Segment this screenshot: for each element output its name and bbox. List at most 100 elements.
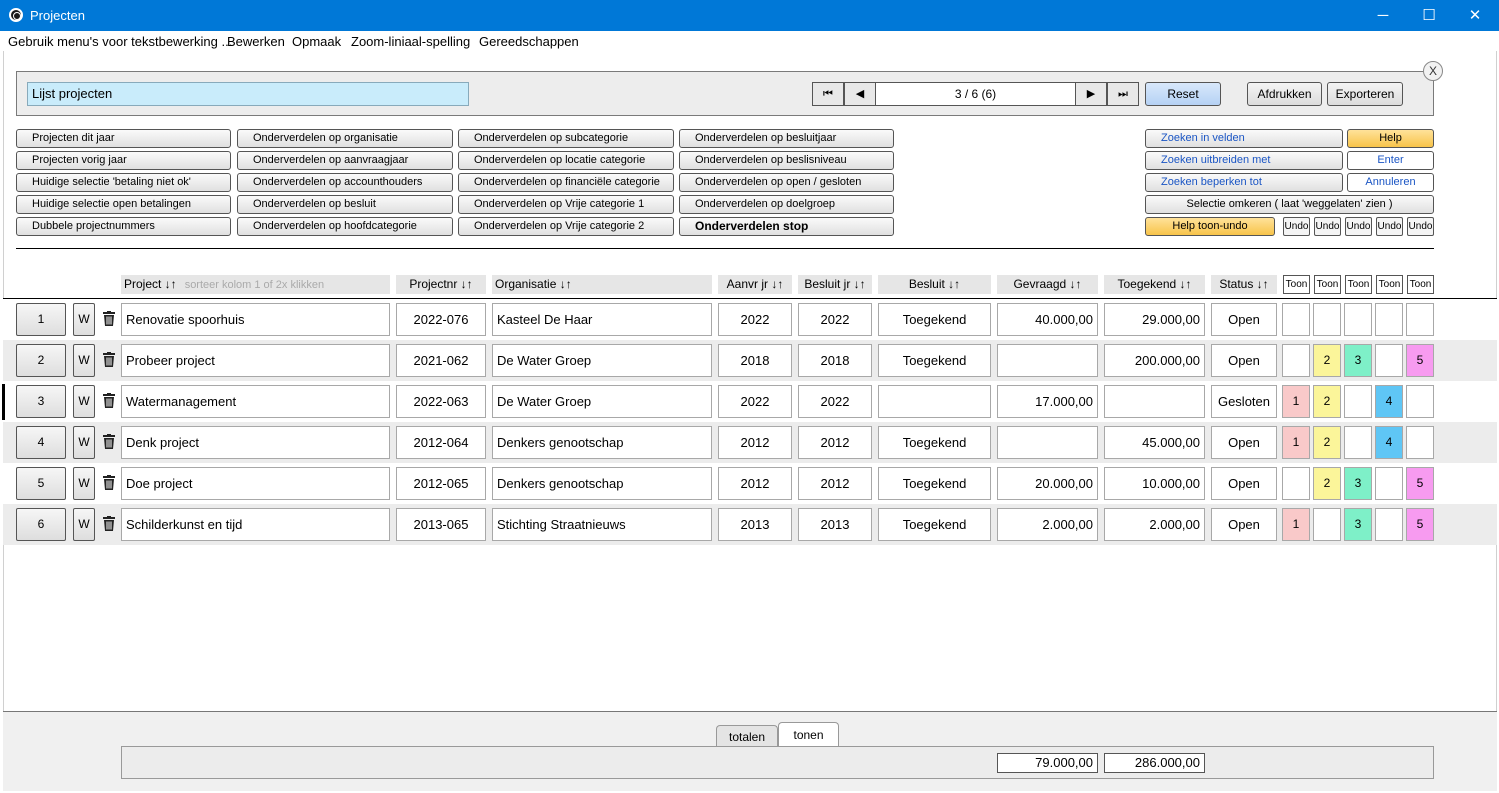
invert-selection-button[interactable]: Selectie omkeren ( laat 'weggelaten' zie…	[1145, 195, 1434, 214]
tag-cell-2[interactable]: 2	[1313, 426, 1341, 459]
decision-cell[interactable]: Toegekend	[878, 467, 991, 500]
tag-cell-2[interactable]: 2	[1313, 467, 1341, 500]
decision-cell[interactable]: Toegekend	[878, 508, 991, 541]
tag-cell-3[interactable]: 3	[1344, 344, 1372, 377]
toon-button-2[interactable]: Toon	[1314, 275, 1341, 294]
record-number-button[interactable]: 6	[16, 508, 66, 541]
requested-amount-cell[interactable]: 17.000,00	[997, 385, 1098, 418]
decision-cell[interactable]: Toegekend	[878, 426, 991, 459]
tag-cell-2[interactable]	[1313, 508, 1341, 541]
col-header-besluit[interactable]: Besluit ↓↑	[878, 275, 991, 294]
split-by-location-category-button[interactable]: Onderverdelen op locatie categorie	[458, 151, 674, 170]
record-number-button[interactable]: 2	[16, 344, 66, 377]
minimize-button[interactable]: ─	[1360, 0, 1406, 31]
granted-amount-cell[interactable]: 29.000,00	[1104, 303, 1205, 336]
first-record-button[interactable]: ⏮	[812, 82, 844, 106]
tag-cell-1[interactable]: 1	[1282, 426, 1310, 459]
tag-cell-4[interactable]	[1375, 508, 1403, 541]
tag-cell-3[interactable]	[1344, 303, 1372, 336]
next-record-button[interactable]: ▶	[1075, 82, 1107, 106]
col-header-projectnr[interactable]: Projectnr ↓↑	[396, 275, 486, 294]
tag-cell-4[interactable]	[1375, 467, 1403, 500]
undo-button-2[interactable]: Undo	[1314, 217, 1341, 236]
status-cell[interactable]: Open	[1211, 508, 1277, 541]
search-in-fields-button[interactable]: Zoeken in velden	[1145, 129, 1343, 148]
col-header-status[interactable]: Status ↓↑	[1211, 275, 1277, 294]
projectnr-cell[interactable]: 2013-065	[396, 508, 486, 541]
menu-bewerken[interactable]: Bewerken	[227, 34, 285, 49]
undo-button-5[interactable]: Undo	[1407, 217, 1434, 236]
undo-button-4[interactable]: Undo	[1376, 217, 1403, 236]
tag-cell-3[interactable]	[1344, 426, 1372, 459]
tag-cell-5[interactable]	[1406, 426, 1434, 459]
edit-w-button[interactable]: W	[73, 385, 95, 418]
close-list-button[interactable]: X	[1423, 61, 1443, 81]
col-header-aanvraagjaar[interactable]: Aanvr jr ↓↑	[718, 275, 792, 294]
split-by-main-category-button[interactable]: Onderverdelen op hoofdcategorie	[237, 217, 453, 236]
toon-button-4[interactable]: Toon	[1376, 275, 1403, 294]
split-by-decision-button[interactable]: Onderverdelen op besluit	[237, 195, 453, 214]
tag-cell-3[interactable]: 3	[1344, 508, 1372, 541]
edit-w-button[interactable]: W	[73, 467, 95, 500]
split-by-decision-year-button[interactable]: Onderverdelen op besluitjaar	[679, 129, 894, 148]
tag-cell-5[interactable]: 5	[1406, 467, 1434, 500]
organisation-cell[interactable]: Denkers genootschap	[492, 426, 712, 459]
requested-amount-cell[interactable]	[997, 426, 1098, 459]
project-name-cell[interactable]: Renovatie spoorhuis	[121, 303, 390, 336]
request-year-cell[interactable]: 2012	[718, 426, 792, 459]
granted-amount-cell[interactable]: 200.000,00	[1104, 344, 1205, 377]
split-by-free-category-1-button[interactable]: Onderverdelen op Vrije categorie 1	[458, 195, 674, 214]
trash-icon[interactable]	[103, 393, 115, 408]
record-number-button[interactable]: 3	[16, 385, 66, 418]
tag-cell-4[interactable]: 4	[1375, 426, 1403, 459]
col-header-toegekend[interactable]: Toegekend ↓↑	[1104, 275, 1205, 294]
split-by-request-year-button[interactable]: Onderverdelen op aanvraagjaar	[237, 151, 453, 170]
record-number-button[interactable]: 4	[16, 426, 66, 459]
enter-button[interactable]: Enter	[1347, 151, 1434, 170]
export-button[interactable]: Exporteren	[1327, 82, 1403, 106]
tag-cell-1[interactable]	[1282, 467, 1310, 500]
selection-payment-not-ok-button[interactable]: Huidige selectie 'betaling niet ok'	[16, 173, 231, 192]
organisation-cell[interactable]: De Water Groep	[492, 344, 712, 377]
tag-cell-2[interactable]	[1313, 303, 1341, 336]
projects-last-year-button[interactable]: Projecten vorig jaar	[16, 151, 231, 170]
split-by-subcategory-button[interactable]: Onderverdelen op subcategorie	[458, 129, 674, 148]
cancel-button[interactable]: Annuleren	[1347, 173, 1434, 192]
granted-amount-cell[interactable]: 45.000,00	[1104, 426, 1205, 459]
menu-gereedschappen[interactable]: Gereedschappen	[479, 34, 579, 49]
decision-year-cell[interactable]: 2018	[798, 344, 872, 377]
maximize-button[interactable]: ☐	[1406, 0, 1452, 31]
tag-cell-3[interactable]: 3	[1344, 467, 1372, 500]
split-by-financial-category-button[interactable]: Onderverdelen op financiële categorie	[458, 173, 674, 192]
granted-amount-cell[interactable]: 10.000,00	[1104, 467, 1205, 500]
decision-year-cell[interactable]: 2013	[798, 508, 872, 541]
search-extend-button[interactable]: Zoeken uitbreiden met	[1145, 151, 1343, 170]
decision-cell[interactable]: Toegekend	[878, 303, 991, 336]
requested-amount-cell[interactable]: 40.000,00	[997, 303, 1098, 336]
status-cell[interactable]: Open	[1211, 303, 1277, 336]
duplicate-projectnumbers-button[interactable]: Dubbele projectnummers	[16, 217, 231, 236]
request-year-cell[interactable]: 2018	[718, 344, 792, 377]
requested-amount-cell[interactable]: 2.000,00	[997, 508, 1098, 541]
record-number-button[interactable]: 1	[16, 303, 66, 336]
requested-amount-cell[interactable]	[997, 344, 1098, 377]
undo-button-1[interactable]: Undo	[1283, 217, 1310, 236]
print-button[interactable]: Afdrukken	[1247, 82, 1322, 106]
tab-totalen[interactable]: totalen	[716, 725, 778, 747]
trash-icon[interactable]	[103, 516, 115, 531]
close-window-button[interactable]: ✕	[1452, 0, 1498, 31]
projectnr-cell[interactable]: 2022-063	[396, 385, 486, 418]
organisation-cell[interactable]: Kasteel De Haar	[492, 303, 712, 336]
project-name-cell[interactable]: Schilderkunst en tijd	[121, 508, 390, 541]
tag-cell-5[interactable]	[1406, 385, 1434, 418]
tag-cell-2[interactable]: 2	[1313, 385, 1341, 418]
status-cell[interactable]: Gesloten	[1211, 385, 1277, 418]
split-by-open-closed-button[interactable]: Onderverdelen op open / gesloten	[679, 173, 894, 192]
col-header-besluitjaar[interactable]: Besluit jr ↓↑	[798, 275, 872, 294]
tag-cell-5[interactable]: 5	[1406, 508, 1434, 541]
projectnr-cell[interactable]: 2021-062	[396, 344, 486, 377]
tag-cell-3[interactable]	[1344, 385, 1372, 418]
status-cell[interactable]: Open	[1211, 426, 1277, 459]
edit-w-button[interactable]: W	[73, 303, 95, 336]
decision-year-cell[interactable]: 2022	[798, 385, 872, 418]
